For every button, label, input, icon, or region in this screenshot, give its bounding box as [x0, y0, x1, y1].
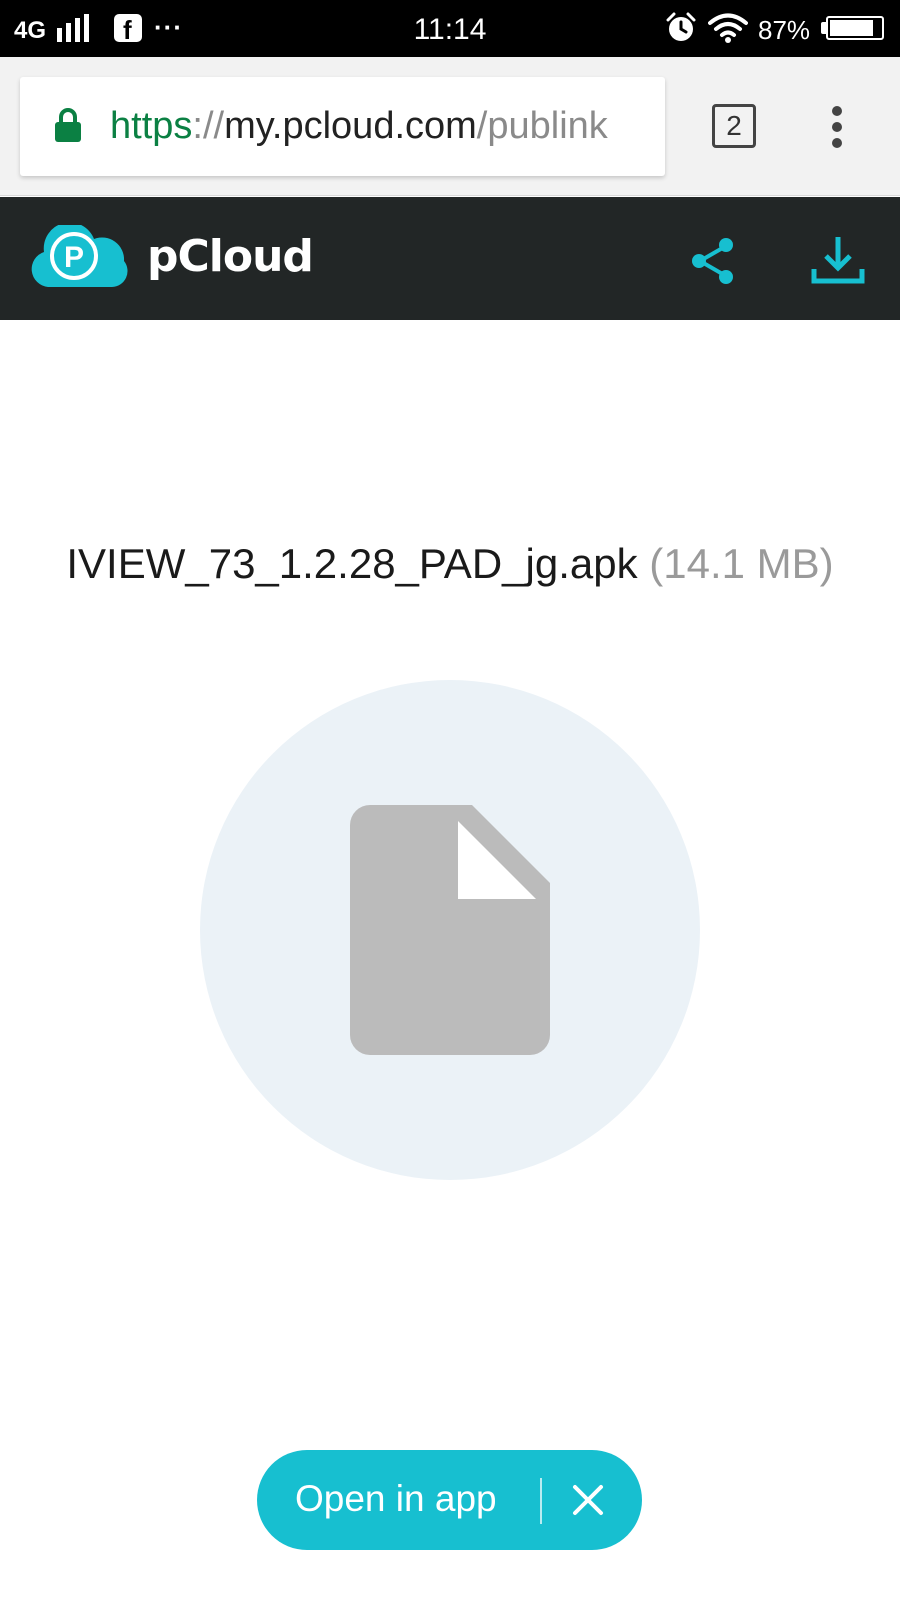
status-bar: 4G f ··· 11:14 87%	[0, 0, 900, 57]
pill-divider	[540, 1478, 542, 1524]
battery-level-fill	[830, 20, 873, 36]
file-title: IVIEW_73_1.2.28_PAD_jg.apk (14.1 MB)	[0, 540, 900, 588]
file-name: IVIEW_73_1.2.28_PAD_jg.apk	[66, 540, 638, 587]
share-icon[interactable]	[688, 235, 740, 287]
open-in-app-button[interactable]: Open in app	[295, 1478, 497, 1520]
download-icon[interactable]	[810, 233, 866, 289]
open-in-app-banner: Open in app	[257, 1450, 642, 1550]
address-bar[interactable]: https://my.pcloud.com/publink	[20, 77, 665, 176]
browser-toolbar: https://my.pcloud.com/publink 2	[0, 57, 900, 196]
wifi-icon	[708, 13, 748, 43]
file-icon	[350, 805, 550, 1055]
url-host: my.pcloud.com	[224, 105, 477, 147]
file-size: (14.1 MB)	[649, 540, 834, 587]
battery-percent: 87%	[758, 15, 811, 45]
overflow-menu-icon[interactable]	[830, 105, 844, 149]
url-path: /publink	[476, 105, 608, 147]
pcloud-header: P pCloud	[0, 197, 900, 320]
tab-switcher-button[interactable]: 2	[712, 104, 756, 148]
logo-letter: P	[64, 241, 84, 274]
brand-name: pCloud	[147, 231, 314, 282]
pcloud-logo-icon[interactable]: P	[28, 225, 128, 287]
battery-icon	[826, 16, 884, 40]
url-scheme: https	[110, 105, 193, 147]
close-icon[interactable]	[570, 1482, 606, 1518]
lock-icon	[55, 108, 81, 142]
url-separator: ://	[192, 105, 225, 147]
alarm-icon	[666, 12, 696, 41]
url-text[interactable]: https://my.pcloud.com/publink	[110, 105, 608, 148]
